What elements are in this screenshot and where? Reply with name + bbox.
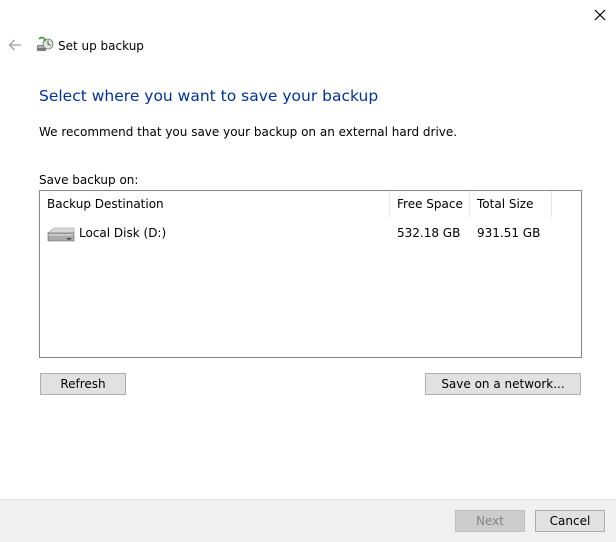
next-button[interactable]: Next	[455, 510, 525, 532]
recommendation-text: We recommend that you save your backup o…	[39, 125, 458, 139]
destination-name: Local Disk (D:)	[79, 226, 167, 240]
page-heading: Select where you want to save your backu…	[39, 87, 379, 105]
back-arrow-icon	[8, 39, 21, 51]
backup-destination-list[interactable]: Backup Destination Free Space Total Size…	[39, 190, 582, 358]
refresh-button[interactable]: Refresh	[40, 373, 126, 395]
back-button[interactable]	[4, 34, 26, 56]
footer-bar: Next Cancel	[0, 499, 616, 542]
setup-backup-window: Set up backup Select where you want to s…	[0, 0, 616, 542]
free-space-value: 532.18 GB	[397, 226, 461, 240]
list-header: Backup Destination Free Space Total Size	[40, 191, 581, 217]
close-icon	[594, 9, 606, 21]
list-item[interactable]: Local Disk (D:) 532.18 GB 931.51 GB	[40, 221, 581, 245]
close-button[interactable]	[584, 0, 616, 30]
cancel-button[interactable]: Cancel	[535, 510, 605, 532]
save-backup-on-label: Save backup on:	[39, 173, 139, 187]
save-on-network-button[interactable]: Save on a network...	[425, 373, 581, 395]
column-header-total-size[interactable]: Total Size	[470, 191, 552, 217]
total-size-value: 931.51 GB	[477, 226, 541, 240]
window-title: Set up backup	[58, 39, 144, 53]
backup-icon	[37, 36, 54, 51]
column-header-destination[interactable]: Backup Destination	[40, 191, 390, 217]
hard-disk-icon	[47, 227, 75, 242]
destination-cell: Local Disk (D:)	[40, 221, 390, 245]
column-header-free-space[interactable]: Free Space	[390, 191, 470, 217]
